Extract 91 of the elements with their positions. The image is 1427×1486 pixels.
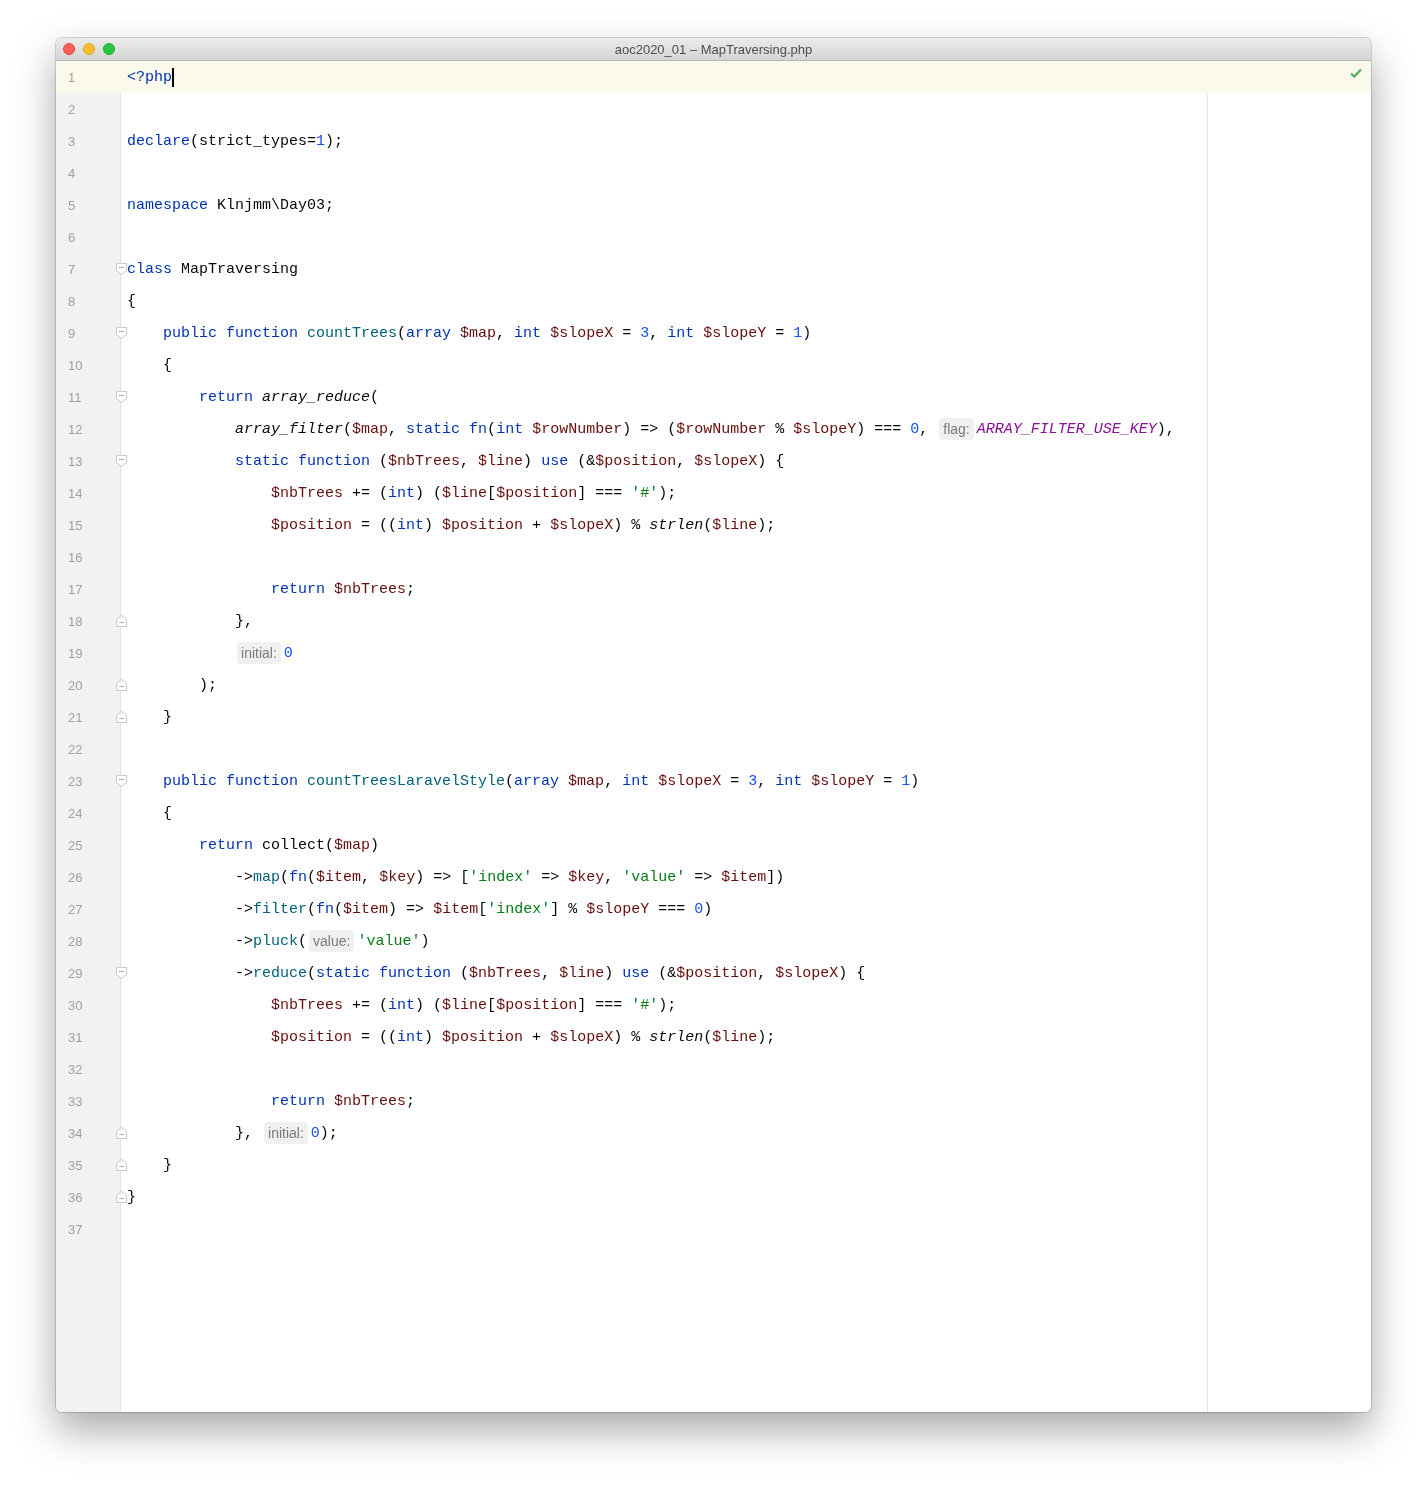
- code-text: array_filter($map, static fn(int $rowNumber) => ($rowNumber % $slopeY) === 0,: [234, 420, 930, 438]
- line-number: 22: [68, 741, 83, 757]
- code-text: public function countTreesLaravelStyle(array $map, int $slopeX = 3, int $slopeY = 1): [162, 772, 920, 790]
- line-number: 31: [68, 1029, 83, 1045]
- line-number: 33: [68, 1093, 83, 1109]
- line-number: 17: [68, 581, 83, 597]
- line-number: 34: [68, 1125, 83, 1141]
- line-number: 11: [68, 389, 82, 405]
- fold-icon[interactable]: [116, 1191, 127, 1203]
- code-text: $position = ((int) $position + $slopeX) % strlen($line);: [270, 516, 776, 534]
- code-text: ->reduce(static function ($nbTrees, $line) use (&$position, $slopeX) {: [234, 964, 866, 982]
- code-text: }: [162, 708, 172, 726]
- code-text: $nbTrees += (int) ($line[$position] === '#');: [270, 484, 677, 502]
- code-text: {: [162, 804, 172, 822]
- line-number: 19: [68, 645, 83, 661]
- code-text: 0: [283, 644, 293, 662]
- parameter-hint: flag:: [939, 418, 974, 440]
- code-text: return $nbTrees;: [270, 1092, 416, 1110]
- line-number: 16: [68, 549, 83, 565]
- line-number: 24: [68, 805, 83, 821]
- parameter-hint: initial:: [237, 642, 281, 664]
- code-text: return array_reduce(: [198, 388, 380, 406]
- fold-icon[interactable]: [116, 775, 127, 787]
- line-number: 10: [68, 357, 83, 373]
- code-text: },: [234, 1124, 255, 1142]
- line-number: 32: [68, 1061, 83, 1077]
- line-number: 12: [68, 421, 83, 437]
- line-number: 27: [68, 901, 83, 917]
- line-number: 26: [68, 869, 83, 885]
- code-text: 'value'): [357, 932, 430, 950]
- line-number: 7: [68, 261, 76, 277]
- close-button[interactable]: [63, 43, 75, 55]
- line-number: 6: [68, 229, 76, 245]
- code-text: }: [162, 1156, 172, 1174]
- line-number: 30: [68, 997, 83, 1013]
- line-number: 1: [68, 69, 76, 85]
- line-number: 13: [68, 453, 83, 469]
- fold-icon[interactable]: [116, 455, 127, 467]
- code-text: return $nbTrees;: [270, 580, 416, 598]
- code-text: declare(strict_types=1);: [127, 132, 344, 150]
- code-text: namespace Klnjmm\Day03;: [127, 196, 335, 214]
- code-text: class MapTraversing: [127, 260, 299, 278]
- line-number: 20: [68, 677, 83, 693]
- code-text: ->filter(fn($item) => $item['index'] % $slopeY === 0): [234, 900, 713, 918]
- code-text: },: [234, 612, 254, 630]
- fold-icon[interactable]: [116, 967, 127, 979]
- parameter-hint: value:: [309, 930, 355, 952]
- line-number: 21: [68, 709, 83, 725]
- fold-icon[interactable]: [116, 391, 127, 403]
- code-text: static function ($nbTrees, $line) use (&$position, $slopeX) {: [234, 452, 785, 470]
- fold-icon[interactable]: [116, 1127, 127, 1139]
- line-number: 9: [68, 325, 76, 341]
- code-text: }: [127, 1188, 136, 1206]
- window-title: aoc2020_01 – MapTraversing.php: [614, 41, 813, 57]
- code-text: {: [162, 356, 172, 374]
- line-number: 3: [68, 133, 76, 149]
- check-icon: [1350, 68, 1362, 78]
- line-number: 2: [68, 101, 76, 117]
- fold-icon[interactable]: [116, 327, 127, 339]
- code-text: $nbTrees += (int) ($line[$position] === '#');: [270, 996, 677, 1014]
- code-text: <?php: [127, 68, 172, 86]
- line-number: 36: [68, 1189, 83, 1205]
- line-number: 28: [68, 933, 83, 949]
- minimize-button[interactable]: [83, 43, 95, 55]
- line-number: 35: [68, 1157, 83, 1173]
- code-text: public function countTrees(array $map, int $slopeX = 3, int $slopeY = 1): [162, 324, 812, 342]
- fold-icon[interactable]: [116, 615, 127, 627]
- fold-icon[interactable]: [116, 679, 127, 691]
- code-text: );: [198, 676, 217, 694]
- code-text: $position = ((int) $position + $slopeX) % strlen($line);: [270, 1028, 776, 1046]
- code-text: ARRAY_FILTER_USE_KEY),: [976, 420, 1175, 438]
- fold-icon[interactable]: [116, 1159, 127, 1171]
- line-number: 29: [68, 965, 83, 981]
- line-number: 8: [68, 293, 76, 309]
- line-number: 18: [68, 613, 83, 629]
- code-text: return collect($map): [198, 836, 380, 854]
- code-text: {: [127, 292, 136, 310]
- parameter-hint: initial:: [264, 1122, 308, 1144]
- line-number: 4: [68, 165, 76, 181]
- line-number: 5: [68, 197, 76, 213]
- code-text: ->pluck(: [234, 932, 308, 950]
- code-text: 0);: [310, 1124, 338, 1142]
- fold-icon[interactable]: [116, 263, 127, 275]
- line-number: 25: [68, 837, 83, 853]
- code-text: ->map(fn($item, $key) => ['index' => $key, 'value' => $item]): [234, 868, 785, 886]
- line-number: 15: [68, 517, 83, 533]
- line-number: 14: [68, 485, 83, 501]
- line-number: 37: [68, 1221, 83, 1237]
- line-number: 23: [68, 773, 83, 789]
- fold-icon[interactable]: [116, 711, 127, 723]
- zoom-button[interactable]: [103, 43, 115, 55]
